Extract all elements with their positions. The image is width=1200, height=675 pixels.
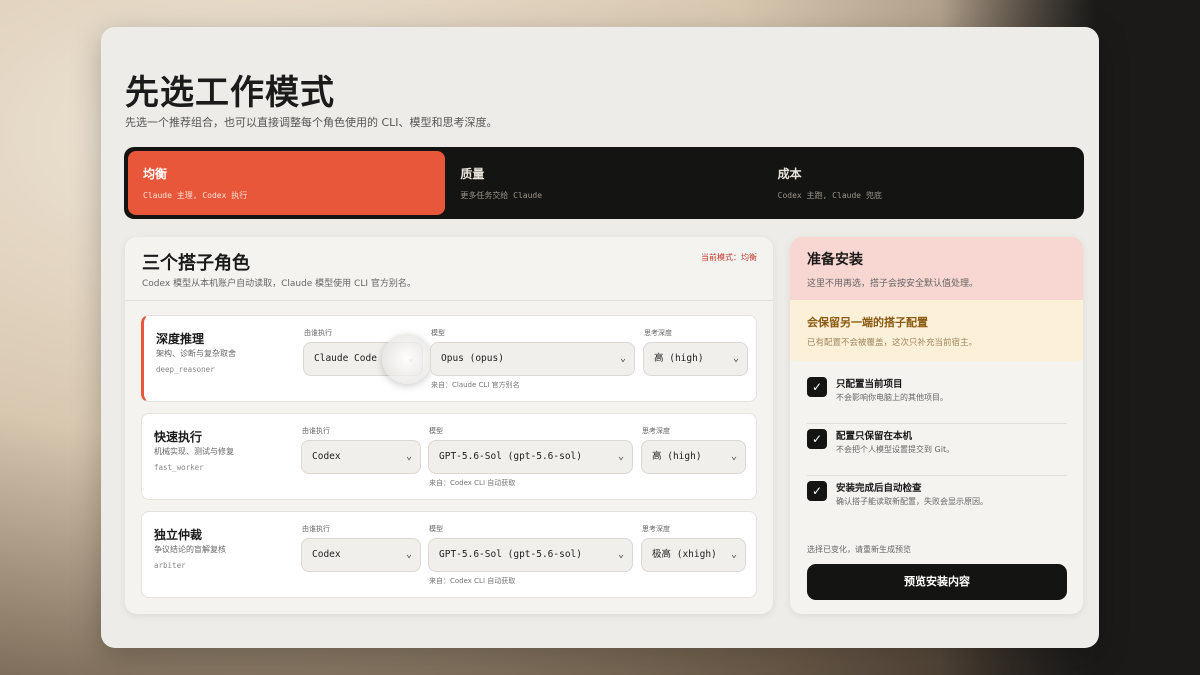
install-panel: 准备安装 这里不用再选，搭子会按安全默认值处理。 会保留另一端的搭子配置 已有配… xyxy=(790,237,1083,614)
chevron-down-icon: ⌄ xyxy=(619,353,626,364)
divider xyxy=(125,300,773,301)
mode-desc: Codex 主跑, Claude 兜底 xyxy=(777,191,882,200)
cursor-highlight xyxy=(382,334,432,384)
mode-name: 成本 xyxy=(777,167,802,181)
model-select[interactable]: GPT-5.6-Sol (gpt-5.6-sol) ⌄ xyxy=(428,538,633,572)
check-icon[interactable]: ✓ xyxy=(807,481,827,501)
mode-desc: Claude 主理, Codex 执行 xyxy=(143,191,248,200)
chevron-down-icon: ⌄ xyxy=(405,549,412,560)
role-id: fast_worker xyxy=(154,463,204,472)
depth-label: 思考深度 xyxy=(644,329,672,337)
chevron-down-icon: ⌄ xyxy=(617,451,624,462)
page-subtitle: 先选一个推荐组合，也可以直接调整每个角色使用的 CLI、模型和思考深度。 xyxy=(125,116,498,129)
executor-label: 由谁执行 xyxy=(302,525,330,533)
role-name: 独立仲裁 xyxy=(154,528,203,542)
model-label: 模型 xyxy=(429,525,443,533)
executor-label: 由谁执行 xyxy=(302,427,330,435)
chevron-down-icon: ⌄ xyxy=(732,353,739,364)
model-value: GPT-5.6-Sol (gpt-5.6-sol) xyxy=(439,451,582,462)
mode-desc: 更多任务交给 Claude xyxy=(460,191,543,200)
model-source: 来自：Codex CLI 自动获取 xyxy=(429,479,516,487)
check-icon[interactable]: ✓ xyxy=(807,429,827,449)
install-header: 准备安装 这里不用再选，搭子会按安全默认值处理。 xyxy=(790,237,1083,300)
roles-panel-subtitle: Codex 模型从本机账户自动读取，Claude 模型使用 CLI 官方别名。 xyxy=(142,279,416,289)
executor-value: Codex xyxy=(312,451,341,462)
executor-select[interactable]: Codex ⌄ xyxy=(301,538,421,572)
role-desc: 机械实现、测试与修复 xyxy=(154,447,234,456)
role-id: deep_reasoner xyxy=(156,365,215,374)
chevron-down-icon: ⌄ xyxy=(730,451,737,462)
check-sub: 确认搭子能读取新配置，失败会显示原因。 xyxy=(836,497,988,506)
check-title: 只配置当前项目 xyxy=(836,379,903,390)
check-item[interactable]: ✓ 安装完成后自动检查 确认搭子能读取新配置，失败会显示原因。 xyxy=(807,478,1067,528)
preserve-notice-title: 会保留另一端的搭子配置 xyxy=(807,316,928,329)
depth-label: 思考深度 xyxy=(642,427,670,435)
page-title: 先选工作模式 xyxy=(125,73,335,113)
depth-value: 极高 (xhigh) xyxy=(652,549,717,560)
depth-select[interactable]: 极高 (xhigh) ⌄ xyxy=(641,538,746,572)
depth-value: 高 (high) xyxy=(654,353,704,364)
preview-install-button[interactable]: 预览安装内容 xyxy=(807,564,1067,600)
check-icon[interactable]: ✓ xyxy=(807,377,827,397)
mode-selector: 均衡 Claude 主理, Codex 执行 质量 更多任务交给 Claude … xyxy=(124,147,1084,219)
executor-value: Claude Code xyxy=(314,353,377,364)
model-value: GPT-5.6-Sol (gpt-5.6-sol) xyxy=(439,549,582,560)
role-card-fast-worker: 快速执行 机械实现、测试与修复 fast_worker 由谁执行 Codex ⌄… xyxy=(141,413,757,500)
model-source: 来自：Codex CLI 自动获取 xyxy=(429,577,516,585)
change-note: 选择已变化，请重新生成预览 xyxy=(807,545,911,554)
check-title: 配置只保留在本机 xyxy=(836,431,913,442)
executor-label: 由谁执行 xyxy=(304,329,332,337)
chevron-down-icon: ⌄ xyxy=(730,549,737,560)
current-mode-label: 当前模式：均衡 xyxy=(701,253,757,262)
executor-value: Codex xyxy=(312,549,341,560)
role-desc: 架构、诊断与复杂取舍 xyxy=(156,349,236,358)
check-item[interactable]: ✓ 配置只保留在本机 不会把个人模型设置提交到 Git。 xyxy=(807,426,1067,476)
chevron-down-icon: ⌄ xyxy=(405,451,412,462)
depth-select[interactable]: 高 (high) ⌄ xyxy=(641,440,746,474)
check-title: 安装完成后自动检查 xyxy=(836,483,922,494)
setup-window: 先选工作模式 先选一个推荐组合，也可以直接调整每个角色使用的 CLI、模型和思考… xyxy=(101,27,1099,648)
mode-quality[interactable]: 质量 更多任务交给 Claude xyxy=(445,151,762,215)
model-label: 模型 xyxy=(429,427,443,435)
model-label: 模型 xyxy=(431,329,445,337)
check-sub: 不会影响你电脑上的其他项目。 xyxy=(836,393,948,402)
model-value: Opus (opus) xyxy=(441,353,504,364)
depth-value: 高 (high) xyxy=(652,451,702,462)
role-name: 深度推理 xyxy=(156,332,205,346)
check-sub: 不会把个人模型设置提交到 Git。 xyxy=(836,445,955,454)
depth-select[interactable]: 高 (high) ⌄ xyxy=(643,342,748,376)
role-id: arbiter xyxy=(154,561,186,570)
install-subtitle: 这里不用再选，搭子会按安全默认值处理。 xyxy=(807,279,979,289)
check-item[interactable]: ✓ 只配置当前项目 不会影响你电脑上的其他项目。 xyxy=(807,374,1067,424)
role-name: 快速执行 xyxy=(154,430,203,444)
mode-name: 质量 xyxy=(460,167,485,181)
model-select[interactable]: GPT-5.6-Sol (gpt-5.6-sol) ⌄ xyxy=(428,440,633,474)
mode-balanced[interactable]: 均衡 Claude 主理, Codex 执行 xyxy=(128,151,446,215)
depth-label: 思考深度 xyxy=(642,525,670,533)
roles-panel: 三个搭子角色 Codex 模型从本机账户自动读取，Claude 模型使用 CLI… xyxy=(125,237,773,614)
role-desc: 争议结论的盲解复核 xyxy=(154,545,226,554)
model-select[interactable]: Opus (opus) ⌄ xyxy=(430,342,635,376)
role-card-deep-reasoner: 深度推理 架构、诊断与复杂取舍 deep_reasoner 由谁执行 Claud… xyxy=(141,315,757,402)
mode-name: 均衡 xyxy=(143,167,168,181)
mode-cost[interactable]: 成本 Codex 主跑, Claude 兜底 xyxy=(763,151,1080,215)
install-title: 准备安装 xyxy=(807,252,863,268)
chevron-down-icon: ⌄ xyxy=(617,549,624,560)
executor-select[interactable]: Codex ⌄ xyxy=(301,440,421,474)
preserve-notice-sub: 已有配置不会被覆盖，这次只补充当前宿主。 xyxy=(807,338,978,348)
model-source: 来自：Claude CLI 官方别名 xyxy=(431,381,520,389)
role-card-arbiter: 独立仲裁 争议结论的盲解复核 arbiter 由谁执行 Codex ⌄ 模型 G… xyxy=(141,511,757,598)
preserve-notice: 会保留另一端的搭子配置 已有配置不会被覆盖，这次只补充当前宿主。 xyxy=(790,300,1083,361)
roles-panel-title: 三个搭子角色 xyxy=(142,253,250,274)
